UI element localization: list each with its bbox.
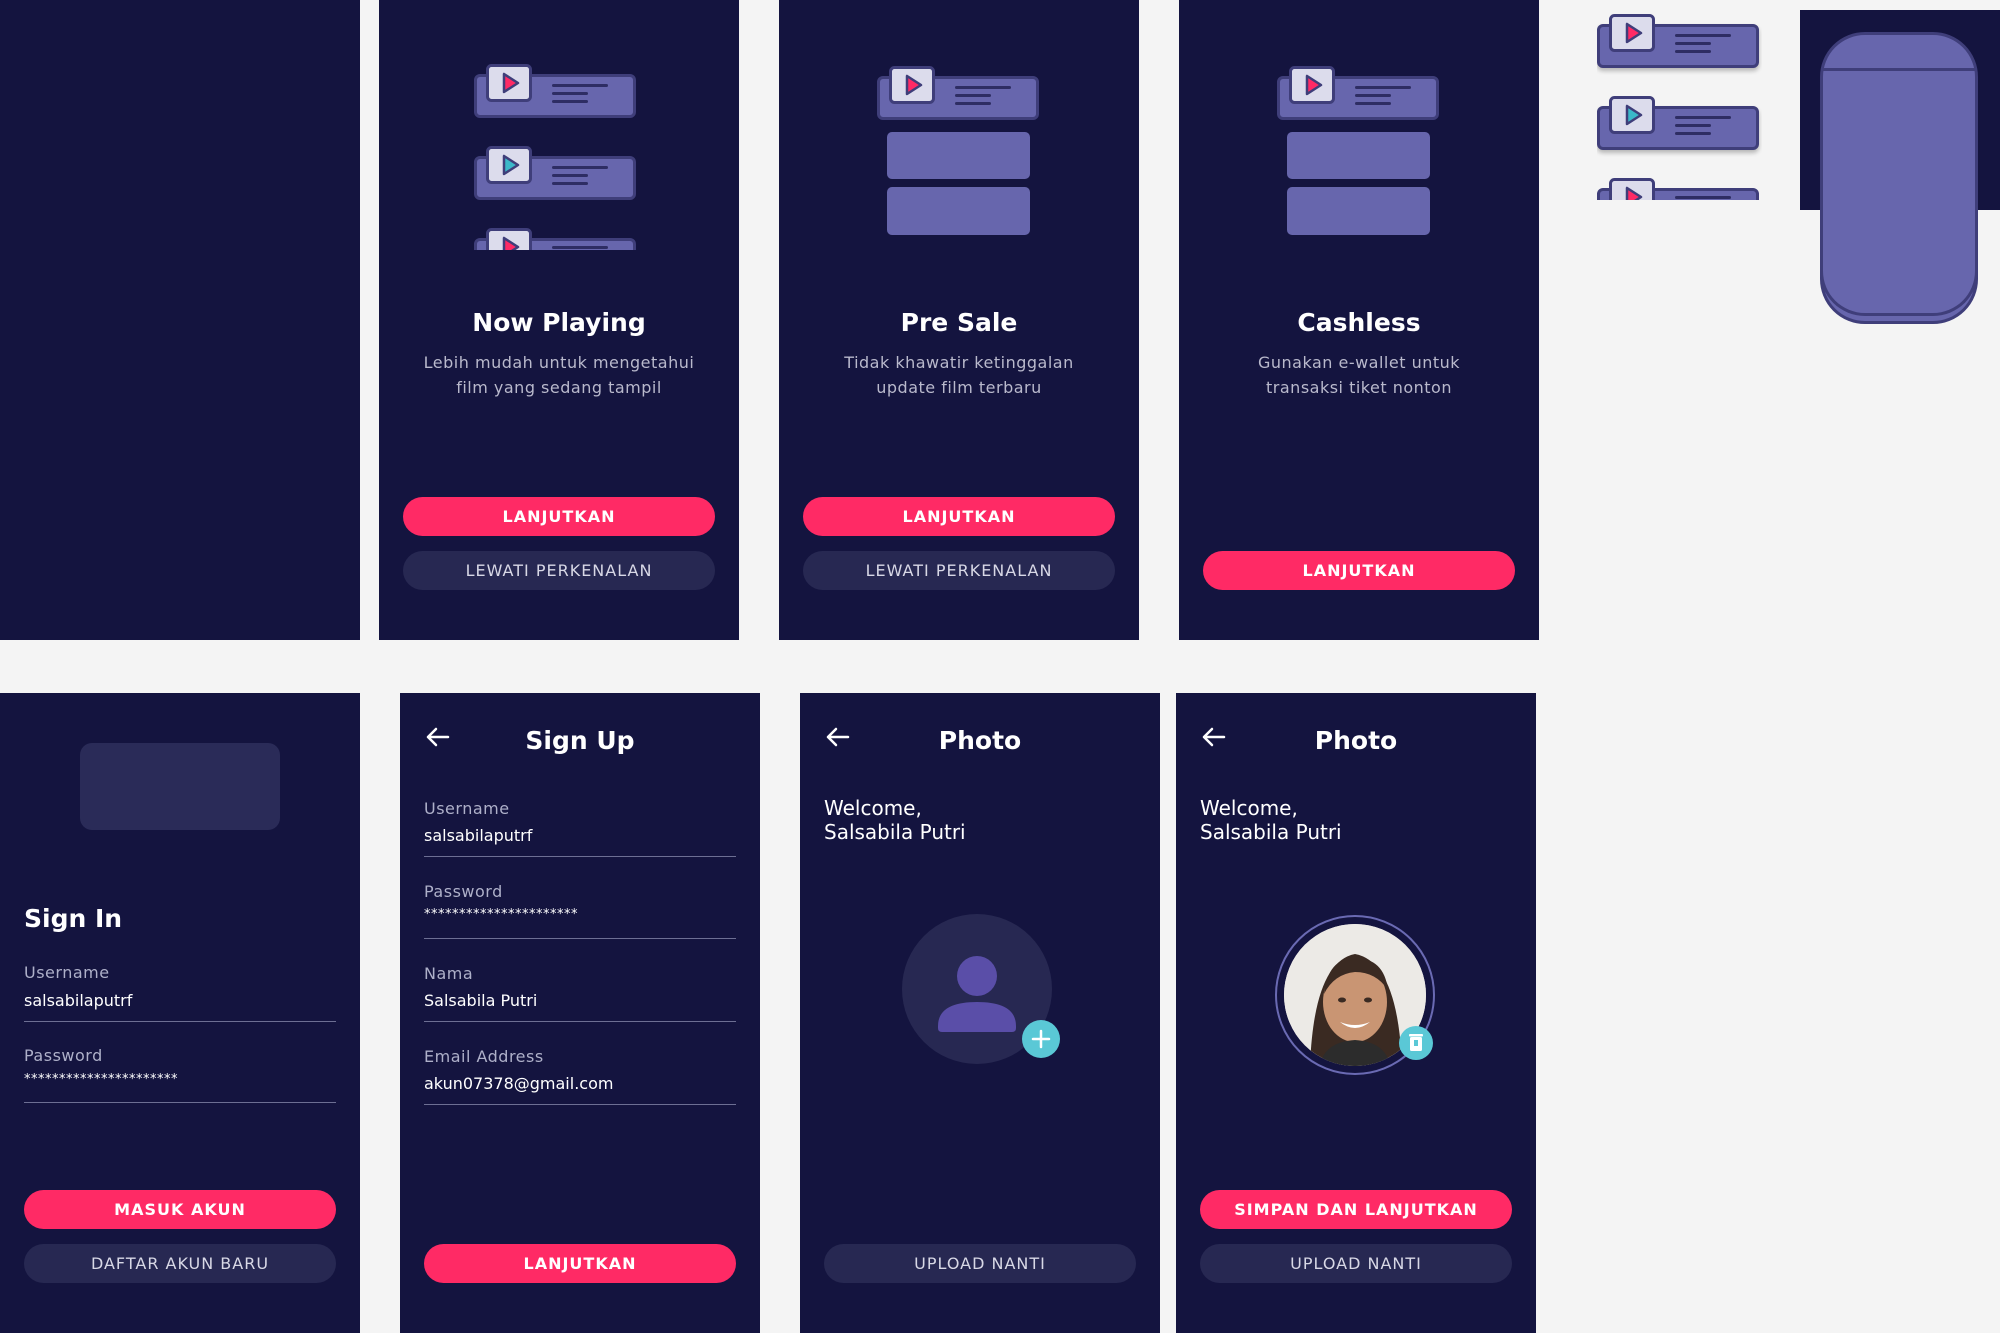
register-button[interactable]: DAFTAR AKUN BARU	[24, 1244, 336, 1283]
username-label: Username	[424, 799, 510, 818]
onboarding-subtitle-line2: transaksi tiket nonton	[1266, 378, 1452, 397]
name-underline	[424, 1021, 736, 1022]
email-field[interactable]: akun07378@gmail.com	[424, 1074, 736, 1093]
pill-shape-asset	[1800, 10, 2000, 324]
now-playing-illustration	[474, 60, 644, 250]
skip-intro-button[interactable]: LEWATI PERKENALAN	[403, 551, 715, 590]
photo-title: Photo	[938, 726, 1022, 755]
name-field[interactable]: Salsabila Putri	[424, 991, 736, 1010]
play-icon	[1609, 96, 1655, 134]
photo-title: Photo	[1314, 726, 1398, 755]
play-icon	[486, 146, 532, 184]
play-icon	[486, 64, 532, 102]
welcome-line1: Welcome,	[824, 796, 922, 820]
upload-later-button[interactable]: UPLOAD NANTI	[824, 1244, 1136, 1283]
onboarding-cashless-screen: Cashless Gunakan e-wallet untuk transaks…	[1179, 0, 1539, 640]
onboarding-pre-sale-screen: Pre Sale Tidak khawatir ketinggalan upda…	[779, 0, 1139, 640]
skip-intro-button[interactable]: LEWATI PERKENALAN	[803, 551, 1115, 590]
onboarding-subtitle-line1: Tidak khawatir ketinggalan	[844, 353, 1074, 372]
email-underline	[424, 1104, 736, 1105]
welcome-line1: Welcome,	[1200, 796, 1298, 820]
trash-icon	[1409, 1034, 1423, 1051]
continue-button[interactable]: LANJUTKAN	[803, 497, 1115, 536]
welcome-user-name: Salsabila Putri	[824, 820, 966, 844]
play-icon	[486, 228, 532, 250]
password-label: Password	[24, 1046, 103, 1065]
add-photo-button[interactable]	[1022, 1020, 1060, 1058]
continue-button[interactable]: LANJUTKAN	[403, 497, 715, 536]
continue-button[interactable]: LANJUTKAN	[1203, 551, 1515, 590]
sign-in-title: Sign In	[24, 904, 123, 933]
onboarding-title: Pre Sale	[900, 308, 1018, 337]
username-field[interactable]: salsabilaputrf	[424, 826, 736, 845]
sign-up-screen: Sign Up Username salsabilaputrf Password…	[400, 693, 760, 1333]
password-field[interactable]: **********************	[424, 907, 736, 922]
cashless-illustration	[1277, 62, 1447, 242]
photo-filled-screen: Photo Welcome, Salsabila Putri SIMPAN DA…	[1176, 693, 1536, 1333]
sign-in-screen: Sign In Username salsabilaputrf Password…	[0, 693, 360, 1333]
welcome-user-name: Salsabila Putri	[1200, 820, 1342, 844]
onboarding-subtitle-line2: film yang sedang tampil	[456, 378, 662, 397]
play-icon	[1609, 14, 1655, 52]
username-field[interactable]: salsabilaputrf	[24, 991, 336, 1010]
splash-screen	[0, 0, 360, 640]
upload-later-button[interactable]: UPLOAD NANTI	[1200, 1244, 1512, 1283]
onboarding-title: Now Playing	[472, 308, 646, 337]
pre-sale-illustration	[877, 62, 1047, 242]
username-underline	[24, 1021, 336, 1022]
onboarding-subtitle-line1: Lebih mudah untuk mengetahui	[423, 353, 695, 372]
save-continue-button[interactable]: SIMPAN DAN LANJUTKAN	[1200, 1190, 1512, 1229]
username-label: Username	[24, 963, 110, 982]
plus-icon	[1031, 1029, 1051, 1049]
continue-button[interactable]: LANJUTKAN	[424, 1244, 736, 1283]
onboarding-now-playing-screen: Now Playing Lebih mudah untuk mengetahui…	[379, 0, 739, 640]
onboarding-subtitle-line1: Gunakan e-wallet untuk	[1257, 353, 1461, 372]
play-icon	[1289, 66, 1335, 104]
name-label: Nama	[424, 964, 474, 983]
pill-shape-lower	[1820, 210, 1978, 316]
password-underline	[424, 938, 736, 939]
photo-empty-screen: Photo Welcome, Salsabila Putri UPLOAD NA…	[800, 693, 1160, 1333]
sign-up-title: Sign Up	[525, 726, 635, 755]
onboarding-subtitle-line2: update film terbaru	[876, 378, 1042, 397]
password-field[interactable]: **********************	[24, 1072, 336, 1087]
username-underline	[424, 856, 736, 857]
email-label: Email Address	[424, 1047, 544, 1066]
password-underline	[24, 1102, 336, 1103]
password-label: Password	[424, 882, 503, 901]
play-icon	[889, 66, 935, 104]
logo-placeholder	[80, 743, 280, 830]
play-icon	[1609, 178, 1655, 200]
list-cards-asset	[1597, 10, 1762, 200]
sign-in-button[interactable]: MASUK AKUN	[24, 1190, 336, 1229]
onboarding-title: Cashless	[1297, 308, 1421, 337]
delete-photo-button[interactable]	[1399, 1026, 1433, 1060]
